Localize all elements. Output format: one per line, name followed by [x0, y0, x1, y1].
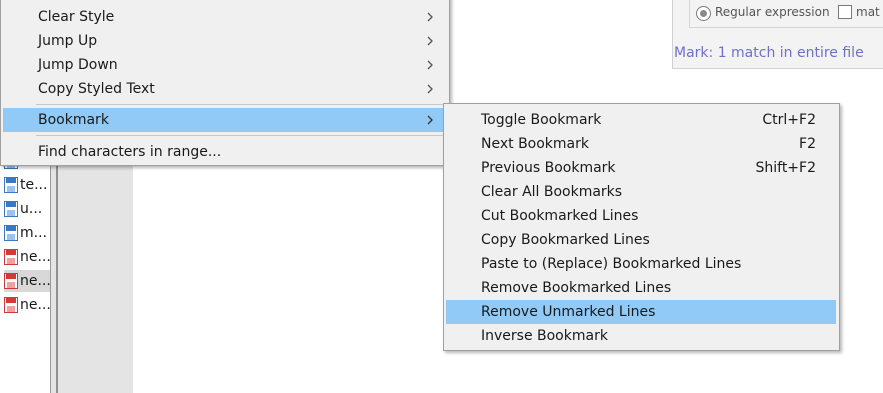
menu-item-label: Inverse Bookmark — [481, 328, 608, 344]
menu-item-copy-styled-text[interactable]: Copy Styled Text — [3, 77, 447, 101]
find-mark-panel: Regular expression mat Mark: 1 match in … — [672, 0, 883, 69]
save-blue-icon — [4, 177, 18, 193]
match-checkbox-label: mat — [856, 5, 880, 19]
menu-item-label: Clear All Bookmarks — [481, 184, 623, 200]
menu-item-label: Remove Unmarked Lines — [481, 304, 656, 320]
menu-item-clear-all-bookmarks[interactable]: Clear All Bookmarks — [446, 180, 836, 204]
menu-item-toggle-bookmark[interactable]: Toggle Bookmark Ctrl+F2 — [446, 108, 836, 132]
file-item[interactable]: u... — [4, 198, 50, 220]
context-menu: Clear Style Jump Up Jump Down Copy Style… — [0, 0, 450, 166]
file-item[interactable]: ne... — [4, 246, 50, 268]
save-red-icon — [4, 297, 18, 313]
menu-item-jump-up[interactable]: Jump Up — [3, 29, 447, 53]
save-red-icon — [4, 249, 18, 265]
menu-item-remove-unmarked-lines[interactable]: Remove Unmarked Lines — [446, 300, 836, 324]
save-blue-icon — [4, 225, 18, 241]
file-item-active[interactable]: ne... — [4, 270, 50, 292]
menu-item-label: Previous Bookmark — [481, 160, 616, 176]
menu-item-copy-bookmarked-lines[interactable]: Copy Bookmarked Lines — [446, 228, 836, 252]
menu-item-remove-bookmarked-lines[interactable]: Remove Bookmarked Lines — [446, 276, 836, 300]
menu-item-label: Jump Down — [38, 57, 118, 73]
menu-item-jump-down[interactable]: Jump Down — [3, 53, 447, 77]
file-item[interactable]: m... — [4, 222, 50, 244]
menu-item-shortcut: F2 — [799, 136, 816, 152]
menu-separator — [36, 135, 444, 136]
search-mode-group: Regular expression mat — [689, 0, 883, 28]
save-blue-icon — [4, 201, 18, 217]
file-item[interactable]: ne... — [4, 294, 50, 316]
bookmark-submenu: Toggle Bookmark Ctrl+F2 Next Bookmark F2… — [443, 103, 840, 351]
menu-item-inverse-bookmark[interactable]: Inverse Bookmark — [446, 324, 836, 348]
menu-item-label: Remove Bookmarked Lines — [481, 280, 672, 296]
chevron-right-icon — [427, 36, 433, 46]
file-name: ne... — [20, 273, 50, 289]
regex-label: Regular expression — [715, 5, 830, 19]
chevron-right-icon — [427, 60, 433, 70]
file-name: ne... — [20, 249, 50, 265]
save-red-icon — [4, 273, 18, 289]
mark-status-text: Mark: 1 match in entire file — [674, 45, 864, 61]
regex-radio[interactable] — [696, 6, 711, 21]
menu-item-label: Cut Bookmarked Lines — [481, 208, 639, 224]
menu-separator — [36, 104, 444, 105]
chevron-right-icon — [427, 12, 433, 22]
match-checkbox[interactable] — [838, 5, 852, 19]
menu-item-cut-bookmarked-lines[interactable]: Cut Bookmarked Lines — [446, 204, 836, 228]
file-name: te... — [20, 177, 48, 193]
menu-item-clear-style[interactable]: Clear Style — [3, 5, 447, 29]
menu-item-label: Copy Bookmarked Lines — [481, 232, 650, 248]
menu-item-find-characters-in-range[interactable]: Find characters in range... — [3, 140, 447, 164]
chevron-right-icon — [427, 84, 433, 94]
menu-item-bookmark[interactable]: Bookmark — [3, 108, 447, 132]
menu-item-shortcut: Ctrl+F2 — [762, 112, 816, 128]
menu-item-paste-replace-bookmarked-lines[interactable]: Paste to (Replace) Bookmarked Lines — [446, 252, 836, 276]
menu-item-label: Paste to (Replace) Bookmarked Lines — [481, 256, 742, 272]
menu-item-label: Next Bookmark — [481, 136, 589, 152]
menu-item-next-bookmark[interactable]: Next Bookmark F2 — [446, 132, 836, 156]
chevron-right-icon — [427, 115, 433, 125]
menu-item-label: Jump Up — [38, 33, 98, 49]
menu-item-label: Clear Style — [38, 9, 115, 25]
menu-item-shortcut: Shift+F2 — [755, 160, 816, 176]
menu-item-label: Find characters in range... — [38, 144, 222, 160]
menu-item-previous-bookmark[interactable]: Previous Bookmark Shift+F2 — [446, 156, 836, 180]
file-name: u... — [20, 201, 43, 217]
file-name: ne... — [20, 297, 50, 313]
file-item[interactable]: te... — [4, 174, 50, 196]
menu-item-label: Copy Styled Text — [38, 81, 155, 97]
menu-item-label: Bookmark — [38, 112, 109, 128]
menu-item-label: Toggle Bookmark — [481, 112, 602, 128]
file-name: m... — [20, 225, 47, 241]
